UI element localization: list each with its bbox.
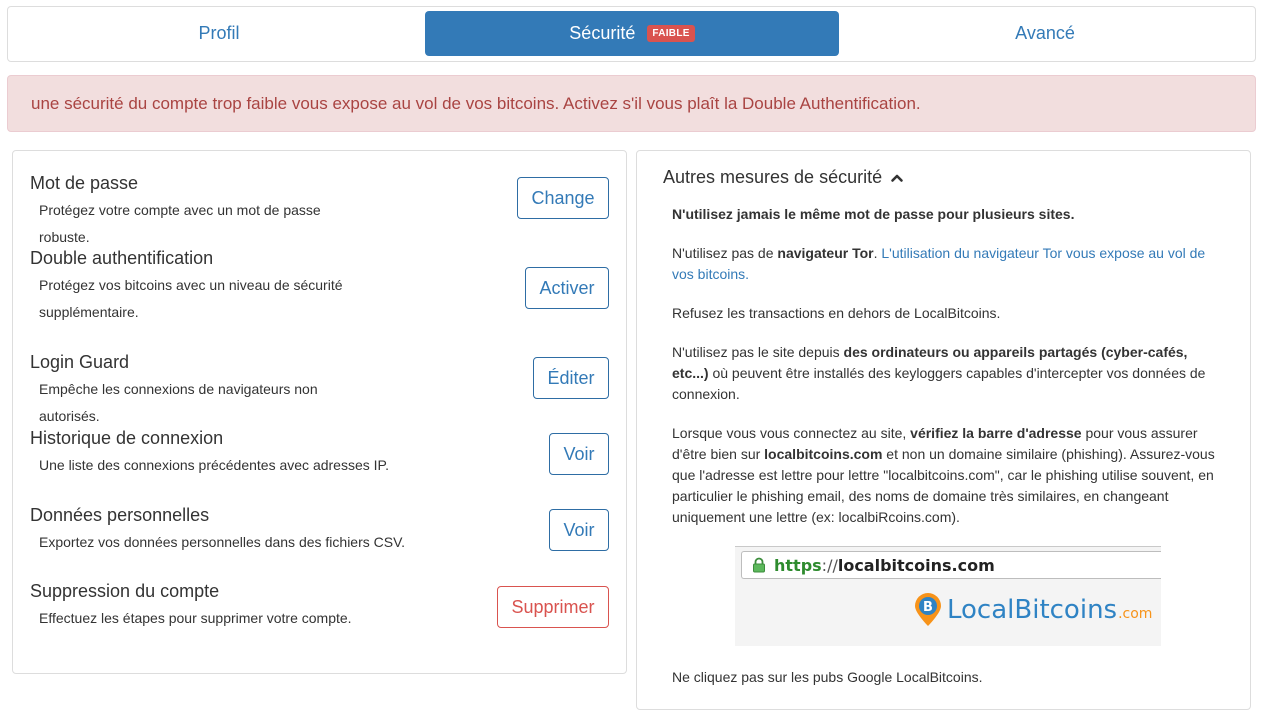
address-bar: https://localbitcoins.com [741,551,1161,579]
setting-description: Une liste des connexions précédentes ave… [39,457,389,473]
other-security-measures-panel: Autres mesures de sécurité N'utilisez ja… [636,150,1251,710]
setting-description: Protégez votre compte avec un mot de pas… [39,202,321,245]
logo-text: LocalBitcoins [947,594,1118,625]
view-login-history-button[interactable]: Voir [549,433,609,475]
tip-text: où peuvent être installés des keyloggers… [672,365,1206,402]
setting-2fa: Double authentification Protégez vos bit… [30,247,610,326]
other-measures-toggle[interactable]: Autres mesures de sécurité [663,167,904,188]
setting-account-deletion: Suppression du compte Effectuez les étap… [30,580,610,632]
address-bar-example-image: https://localbitcoins.com B LocalBitcoin… [735,546,1161,646]
tab-profil-label: Profil [198,23,240,43]
bitcoin-pin-icon: B [915,593,941,626]
security-level-badge: FAIBLE [647,25,695,42]
tip-check-address-bar: Lorsque vous vous connectez au site, vér… [672,423,1227,528]
security-warning-alert: une sécurité du compte trop faible vous … [7,75,1256,132]
setting-description: Exportez vos données personnelles dans d… [39,534,406,550]
tip-google-ads: Ne cliquez pas sur les pubs Google Local… [672,669,983,685]
alert-text: une sécurité du compte trop faible vous … [31,93,921,113]
lock-icon [753,557,765,573]
tip-text: N'utilisez pas le site depuis [672,344,844,360]
settings-tabs: Profil Sécurité FAIBLE Avancé [7,6,1256,62]
other-measures-heading: Autres mesures de sécurité [663,167,883,187]
url-separator: :// [821,555,838,575]
tip-shared-computers: N'utilisez pas le site depuis des ordina… [672,342,1227,405]
svg-text:B: B [923,600,933,615]
url-scheme: https [774,555,822,575]
tip-text: Lorsque vous vous connectez au site, [672,425,911,441]
tab-avance-label: Avancé [1015,23,1075,43]
setting-description: Protégez vos bitcoins avec un niveau de … [39,277,343,320]
setting-title: Historique de connexion [30,428,224,448]
tip-emphasis: vérifiez la barre d'adresse [910,425,1082,441]
setting-personal-data: Données personnelles Exportez vos donnée… [30,504,610,556]
tip-emphasis: navigateur Tor [777,245,874,261]
change-password-button[interactable]: Change [517,177,609,219]
setting-description: Effectuez les étapes pour supprimer votr… [39,610,352,626]
edit-login-guard-button[interactable]: Éditer [533,357,609,399]
delete-account-button[interactable]: Supprimer [497,586,609,628]
setting-description: Empêche les connexions de navigateurs no… [39,381,318,424]
security-settings-panel: Mot de passe Protégez votre compte avec … [12,150,627,674]
tip-unique-password: N'utilisez jamais le même mot de passe p… [672,206,1075,222]
tip-text: N'utilisez pas de [672,245,778,261]
tab-securite-label: Sécurité [569,23,636,43]
tip-no-external-trades: Refusez les transactions en dehors de Lo… [672,305,1001,321]
logo-suffix: .com [1118,606,1153,622]
tip-domain: localbitcoins.com [764,446,883,462]
activate-2fa-button[interactable]: Activer [525,267,609,309]
tab-profil[interactable]: Profil [12,11,426,56]
tab-securite[interactable]: Sécurité FAIBLE [425,11,839,56]
setting-title: Données personnelles [30,505,210,525]
tip-tor-browser: N'utilisez pas de navigateur Tor. L'util… [672,243,1227,285]
localbitcoins-logo: B LocalBitcoins .com [913,593,1152,627]
other-measures-body: N'utilisez jamais le même mot de passe p… [672,204,1227,706]
tab-avance[interactable]: Avancé [838,11,1252,56]
setting-title: Double authentification [30,248,214,268]
setting-title: Login Guard [30,352,130,372]
setting-password: Mot de passe Protégez votre compte avec … [30,172,610,251]
setting-login-history: Historique de connexion Une liste des co… [30,427,610,479]
setting-login-guard: Login Guard Empêche les connexions de na… [30,351,610,430]
url-domain: localbitcoins.com [837,555,995,575]
view-personal-data-button[interactable]: Voir [549,509,609,551]
chevron-up-icon [891,174,903,182]
